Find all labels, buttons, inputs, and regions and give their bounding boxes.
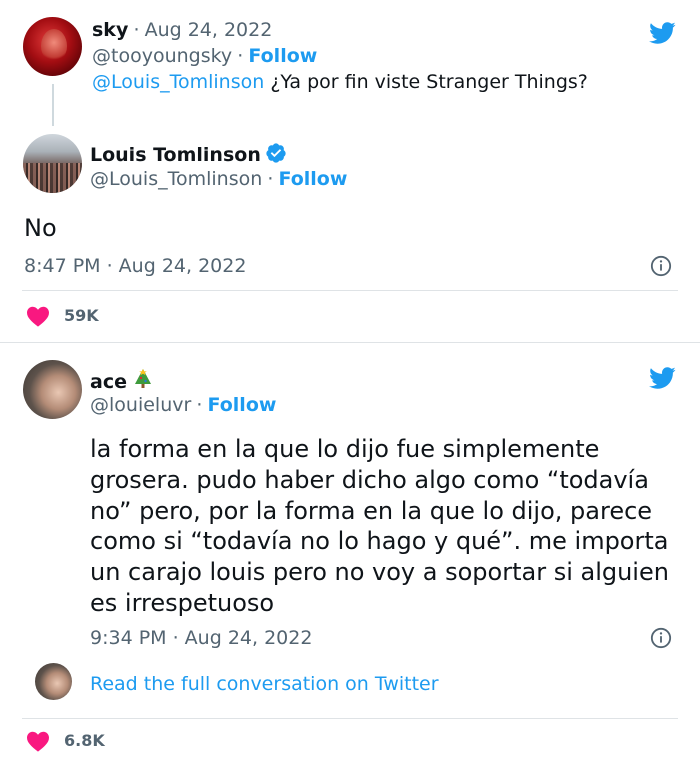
tweet2-handle-separator: · bbox=[267, 168, 274, 190]
embed-separator bbox=[0, 342, 700, 343]
twitter-bird-icon[interactable] bbox=[645, 364, 679, 392]
tweet3-text-line: es irrespetuoso bbox=[90, 588, 275, 617]
tweet2-handle-row: @Louis_Tomlinson · Follow bbox=[90, 167, 347, 192]
tweet3-text-line: no” pero, por la forma en la que lo dijo… bbox=[90, 496, 653, 525]
tweet1-handle-row: @tooyoungsky · Follow bbox=[92, 44, 317, 69]
tweet3-follow-link[interactable]: Follow bbox=[208, 394, 277, 416]
info-icon[interactable] bbox=[650, 255, 672, 277]
tweet3-text-line: la forma en la que lo dijo fue simplemen… bbox=[90, 435, 600, 463]
tweet3-author-name[interactable]: ace bbox=[90, 371, 127, 393]
tweet3-header: ace bbox=[90, 368, 153, 395]
tweet3-divider bbox=[22, 718, 678, 719]
tweet2-author-name[interactable]: Louis Tomlinson bbox=[90, 144, 261, 166]
tweet3-like-count[interactable]: 6.8K bbox=[64, 731, 105, 751]
tweet1-text: @Louis_Tomlinson ¿Ya por fin viste Stran… bbox=[92, 70, 588, 94]
tweet3-text-line: como si “todavía no lo hago y qué”. me i… bbox=[90, 527, 669, 556]
christmas-tree-emoji bbox=[134, 369, 151, 388]
heart-icon[interactable] bbox=[26, 730, 50, 752]
tweet1-mention-link[interactable]: @Louis_Tomlinson bbox=[92, 71, 264, 93]
tweet2-handle[interactable]: @Louis_Tomlinson bbox=[90, 168, 262, 190]
tweet1-author-name[interactable]: sky bbox=[92, 19, 128, 41]
tweet3-handle-row: @louieluvr · Follow bbox=[90, 393, 276, 418]
read-full-conversation-link[interactable]: Read the full conversation on Twitter bbox=[90, 672, 439, 696]
tweet1-date[interactable]: Aug 24, 2022 bbox=[145, 19, 273, 41]
tweet1-header: sky · Aug 24, 2022 bbox=[92, 18, 272, 43]
tweet3-text-line: un carajo louis pero no voy a soportar s… bbox=[90, 558, 669, 587]
tweet3-text: la forma en la que lo dijo fue simplemen… bbox=[90, 434, 669, 619]
heart-icon[interactable] bbox=[26, 305, 50, 327]
avatar-ace-small[interactable] bbox=[35, 663, 72, 700]
info-icon[interactable] bbox=[650, 627, 672, 649]
tweet1-text-body: ¿Ya por fin viste Stranger Things? bbox=[264, 71, 588, 93]
tweet2-text: No bbox=[24, 214, 57, 242]
tweet2-divider bbox=[22, 290, 678, 291]
tweet1-separator: · bbox=[133, 19, 140, 41]
avatar-louis-tomlinson[interactable] bbox=[23, 134, 82, 193]
verified-badge-icon bbox=[266, 143, 286, 163]
tweet1-handle-separator: · bbox=[237, 45, 244, 67]
tweet2-follow-link[interactable]: Follow bbox=[279, 168, 348, 190]
avatar-sky[interactable] bbox=[23, 17, 82, 76]
tweet2-header: Louis Tomlinson bbox=[90, 142, 287, 168]
twitter-bird-icon[interactable] bbox=[645, 19, 679, 47]
avatar-ace[interactable] bbox=[23, 360, 82, 419]
tweet3-timestamp[interactable]: 9:34 PM · Aug 24, 2022 bbox=[90, 626, 312, 650]
tweet2-like-count[interactable]: 59K bbox=[64, 306, 99, 326]
tweet3-handle-separator: · bbox=[196, 394, 203, 416]
tweet1-follow-link[interactable]: Follow bbox=[248, 45, 317, 67]
tweet1-handle[interactable]: @tooyoungsky bbox=[92, 45, 232, 67]
tweet2-timestamp[interactable]: 8:47 PM · Aug 24, 2022 bbox=[24, 254, 246, 278]
tweet3-handle[interactable]: @louieluvr bbox=[90, 394, 191, 416]
thread-connector-line bbox=[52, 84, 54, 126]
tweet3-text-line: grosera. pudo haber dicho algo como “tod… bbox=[90, 465, 649, 494]
